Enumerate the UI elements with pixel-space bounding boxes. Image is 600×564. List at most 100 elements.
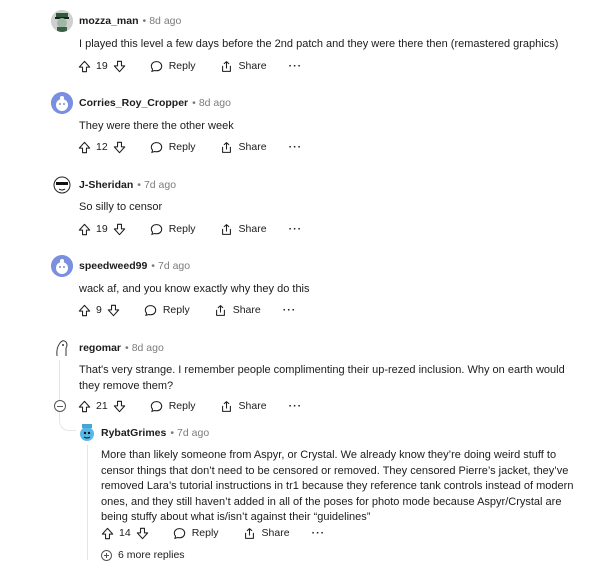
vote-count: 21: [96, 400, 108, 412]
share-button[interactable]: Share: [220, 141, 267, 154]
comment-body: They were there the other week: [79, 120, 234, 132]
share-icon: [214, 304, 227, 317]
reply-button[interactable]: Reply: [144, 304, 190, 317]
comment-body: I played this level a few days before th…: [79, 38, 559, 50]
share-button[interactable]: Share: [220, 223, 267, 236]
share-icon: [220, 141, 233, 154]
avatar[interactable]: [76, 421, 98, 443]
avatar[interactable]: [51, 173, 73, 195]
vote-count: 19: [96, 60, 108, 72]
username[interactable]: Corries_Roy_Cropper: [79, 97, 188, 109]
share-icon: [243, 527, 256, 540]
speech-bubble-icon: [150, 223, 163, 236]
action-bar: 19 Reply Share ···: [78, 220, 302, 238]
upvote-arrow-icon[interactable]: [78, 304, 91, 317]
timestamp[interactable]: 7d ago: [158, 260, 190, 272]
share-label: Share: [238, 400, 267, 412]
share-icon: [220, 60, 233, 73]
action-bar: 14 Reply Share ···: [101, 524, 325, 542]
speech-bubble-icon: [150, 400, 163, 413]
share-icon: [220, 400, 233, 413]
downvote-arrow-icon[interactable]: [107, 304, 120, 317]
reply-button[interactable]: Reply: [150, 400, 196, 413]
speech-bubble-icon: [150, 60, 163, 73]
username[interactable]: regomar: [79, 342, 121, 354]
username[interactable]: mozza_man: [79, 15, 139, 27]
share-button[interactable]: Share: [220, 400, 267, 413]
avatar[interactable]: [51, 10, 73, 32]
more-replies-label: 6 more replies: [118, 549, 185, 561]
timestamp[interactable]: 7d ago: [144, 179, 176, 191]
separator-dot: •: [137, 179, 141, 191]
upvote-arrow-icon[interactable]: [78, 400, 91, 413]
more-options-button[interactable]: ···: [312, 527, 326, 539]
upvote-arrow-icon[interactable]: [78, 141, 91, 154]
comment-body: More than likely someone from Aspyr, or …: [101, 449, 574, 523]
downvote-arrow-icon[interactable]: [113, 141, 126, 154]
username[interactable]: speedweed99: [79, 260, 147, 272]
more-options-button[interactable]: ···: [289, 141, 303, 153]
more-replies-button[interactable]: 6 more replies: [101, 549, 185, 561]
reply-label: Reply: [191, 527, 219, 539]
reply-button[interactable]: Reply: [150, 60, 196, 73]
thread-line-regomar: [59, 360, 60, 400]
username[interactable]: RybatGrimes: [101, 427, 166, 439]
timestamp[interactable]: 8d ago: [149, 15, 181, 27]
more-options-button[interactable]: ···: [289, 400, 303, 412]
separator-dot: •: [142, 15, 147, 27]
avatar[interactable]: [51, 92, 73, 114]
timestamp[interactable]: 7d ago: [177, 427, 209, 439]
share-label: Share: [238, 223, 267, 235]
share-button[interactable]: Share: [214, 304, 261, 317]
vote-count: 19: [96, 223, 108, 235]
downvote-arrow-icon[interactable]: [113, 400, 126, 413]
reply-label: Reply: [168, 400, 196, 412]
speech-bubble-icon: [173, 527, 186, 540]
more-options-button[interactable]: ···: [289, 60, 303, 72]
downvote-arrow-icon[interactable]: [113, 223, 126, 236]
reply-label: Reply: [162, 304, 190, 316]
downvote-arrow-icon[interactable]: [113, 60, 126, 73]
separator-dot: •: [125, 342, 129, 354]
reply-label: Reply: [168, 141, 196, 153]
collapse-thread-button[interactable]: [54, 400, 66, 412]
speech-bubble-icon: [144, 304, 157, 317]
action-bar: 19 Reply Share ···: [78, 57, 302, 75]
comment-body: wack af, and you know exactly why they d…: [79, 283, 310, 295]
share-label: Share: [261, 527, 290, 539]
timestamp[interactable]: 8d ago: [199, 97, 231, 109]
action-bar: 9 Reply Share ···: [78, 301, 296, 319]
vote-count: 14: [119, 527, 131, 539]
comment-body: That's very strange. I remember people c…: [79, 364, 565, 392]
timestamp[interactable]: 8d ago: [132, 342, 164, 354]
avatar[interactable]: [51, 336, 73, 358]
separator-dot: •: [151, 260, 155, 272]
share-button[interactable]: Share: [243, 527, 290, 540]
avatar[interactable]: [51, 255, 73, 277]
share-label: Share: [238, 141, 267, 153]
reply-label: Reply: [168, 223, 196, 235]
username[interactable]: J-Sheridan: [79, 179, 133, 191]
reply-button[interactable]: Reply: [173, 527, 219, 540]
separator-dot: •: [192, 97, 196, 109]
action-bar: 21 Reply Share ···: [78, 397, 302, 415]
more-options-button[interactable]: ···: [283, 304, 297, 316]
thread-line-reply: [87, 445, 88, 560]
reply-button[interactable]: Reply: [150, 141, 196, 154]
share-button[interactable]: Share: [220, 60, 267, 73]
share-icon: [220, 223, 233, 236]
upvote-arrow-icon[interactable]: [101, 527, 114, 540]
separator-dot: •: [170, 427, 175, 439]
downvote-arrow-icon[interactable]: [136, 527, 149, 540]
more-options-button[interactable]: ···: [289, 223, 303, 235]
upvote-arrow-icon[interactable]: [78, 223, 91, 236]
speech-bubble-icon: [150, 141, 163, 154]
share-label: Share: [238, 60, 267, 72]
reply-button[interactable]: Reply: [150, 223, 196, 236]
upvote-arrow-icon[interactable]: [78, 60, 91, 73]
plus-circle-icon: [101, 549, 112, 561]
action-bar: 12 Reply Share ···: [78, 138, 302, 156]
comment-body: So silly to censor: [79, 201, 163, 213]
share-label: Share: [232, 304, 261, 316]
vote-count: 12: [96, 141, 108, 153]
